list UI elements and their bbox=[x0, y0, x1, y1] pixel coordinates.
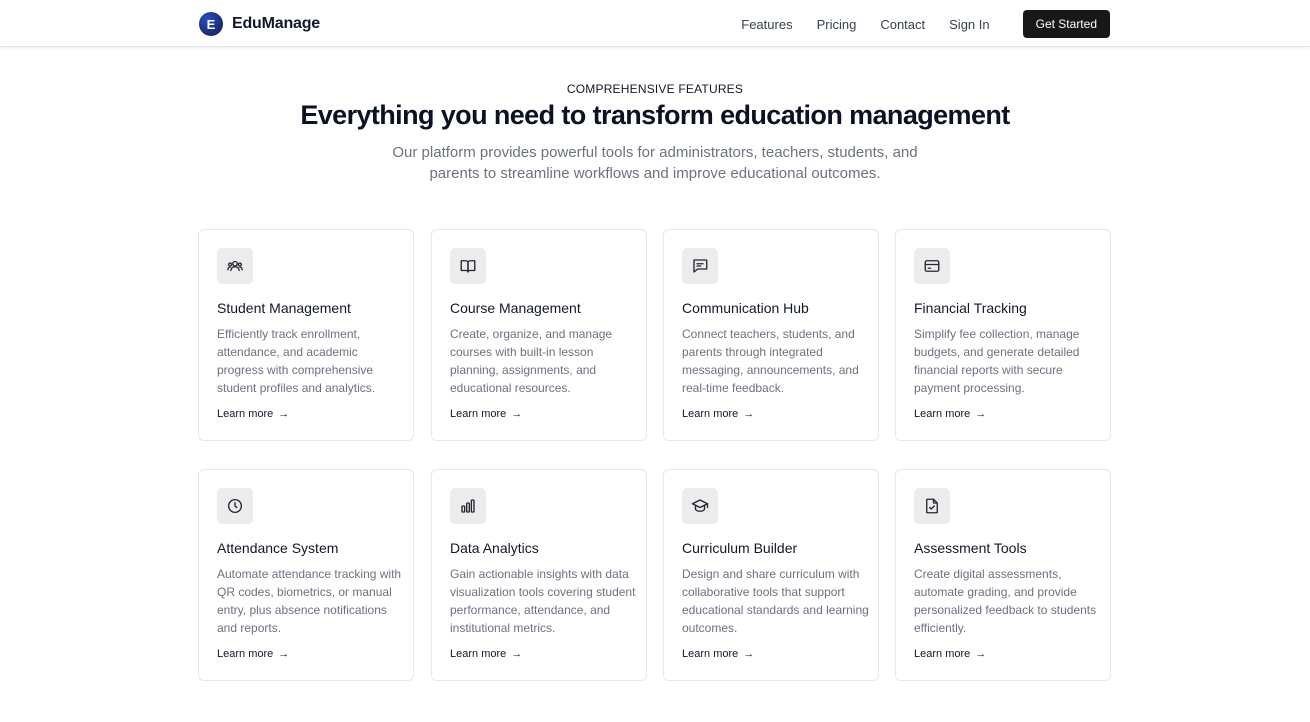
arrow-right-icon: → bbox=[743, 648, 755, 660]
learn-more-label: Learn more bbox=[217, 648, 274, 660]
feature-card-communication-hub: Communication Hub Connect teachers, stud… bbox=[663, 229, 879, 441]
arrow-right-icon: → bbox=[511, 648, 523, 660]
page-title: Everything you need to transform educati… bbox=[300, 100, 1010, 130]
nav-link-features[interactable]: Features bbox=[741, 17, 792, 32]
users-icon bbox=[217, 248, 253, 284]
learn-more-label: Learn more bbox=[682, 408, 739, 420]
brand-logo-link[interactable]: E EduManage bbox=[199, 12, 320, 36]
credit-card-icon bbox=[914, 248, 950, 284]
learn-more-link[interactable]: Learn more → bbox=[682, 408, 754, 420]
learn-more-label: Learn more bbox=[450, 648, 507, 660]
feature-description: Connect teachers, students, and parents … bbox=[682, 327, 859, 395]
arrow-right-icon: → bbox=[278, 648, 290, 660]
message-square-icon bbox=[682, 248, 718, 284]
feature-title: Attendance System bbox=[217, 540, 339, 556]
learn-more-link[interactable]: Learn more → bbox=[682, 648, 754, 660]
learn-more-label: Learn more bbox=[914, 648, 971, 660]
learn-more-link[interactable]: Learn more → bbox=[450, 408, 522, 420]
page-subtitle: Our platform provides powerful tools for… bbox=[392, 144, 918, 182]
bar-chart-icon bbox=[450, 488, 486, 524]
feature-card-assessment-tools: Assessment Tools Create digital assessme… bbox=[895, 469, 1111, 681]
arrow-right-icon: → bbox=[511, 408, 523, 420]
feature-description: Create digital assessments, automate gra… bbox=[914, 567, 1097, 635]
clock-icon bbox=[217, 488, 253, 524]
section-eyebrow: COMPREHENSIVE FEATURES bbox=[566, 82, 744, 96]
get-started-button[interactable]: Get Started bbox=[1022, 10, 1110, 38]
book-open-icon bbox=[450, 248, 486, 284]
feature-title: Assessment Tools bbox=[914, 540, 1027, 556]
learn-more-label: Learn more bbox=[217, 408, 274, 420]
feature-title: Data Analytics bbox=[450, 540, 539, 556]
feature-title: Student Management bbox=[217, 300, 351, 316]
feature-description: Design and share curriculum with collabo… bbox=[682, 567, 869, 635]
arrow-right-icon: → bbox=[975, 648, 987, 660]
main-nav: Features Pricing Contact Sign In Get Sta… bbox=[741, 10, 1110, 38]
learn-more-link[interactable]: Learn more → bbox=[217, 408, 289, 420]
feature-card-course-management: Course Management Create, organize, and … bbox=[431, 229, 647, 441]
feature-card-curriculum-builder: Curriculum Builder Design and share curr… bbox=[663, 469, 879, 681]
feature-title: Course Management bbox=[450, 300, 581, 316]
graduation-cap-icon bbox=[682, 488, 718, 524]
feature-description: Create, organize, and manage courses wit… bbox=[450, 327, 613, 395]
nav-link-contact[interactable]: Contact bbox=[880, 17, 925, 32]
learn-more-label: Learn more bbox=[914, 408, 971, 420]
feature-description: Automate attendance tracking with QR cod… bbox=[217, 567, 402, 635]
brand-logo-icon: E bbox=[199, 12, 223, 36]
feature-description: Gain actionable insights with data visua… bbox=[450, 567, 636, 635]
feature-card-data-analytics: Data Analytics Gain actionable insights … bbox=[431, 469, 647, 681]
feature-card-attendance-system: Attendance System Automate attendance tr… bbox=[198, 469, 414, 681]
feature-description: Simplify fee collection, manage budgets,… bbox=[914, 327, 1080, 395]
learn-more-link[interactable]: Learn more → bbox=[914, 648, 986, 660]
arrow-right-icon: → bbox=[743, 408, 755, 420]
learn-more-link[interactable]: Learn more → bbox=[914, 408, 986, 420]
feature-title: Financial Tracking bbox=[914, 300, 1027, 316]
top-navigation-bar: E EduManage Features Pricing Contact Sig… bbox=[0, 0, 1310, 47]
learn-more-label: Learn more bbox=[682, 648, 739, 660]
brand-name: EduManage bbox=[232, 15, 320, 32]
arrow-right-icon: → bbox=[278, 408, 290, 420]
feature-description: Efficiently track enrollment, attendance… bbox=[217, 327, 376, 395]
nav-link-pricing[interactable]: Pricing bbox=[817, 17, 857, 32]
learn-more-link[interactable]: Learn more → bbox=[217, 648, 289, 660]
learn-more-link[interactable]: Learn more → bbox=[450, 648, 522, 660]
file-check-icon bbox=[914, 488, 950, 524]
arrow-right-icon: → bbox=[975, 408, 987, 420]
feature-title: Communication Hub bbox=[682, 300, 809, 316]
feature-card-student-management: Student Management Efficiently track enr… bbox=[198, 229, 414, 441]
feature-card-financial-tracking: Financial Tracking Simplify fee collecti… bbox=[895, 229, 1111, 441]
learn-more-label: Learn more bbox=[450, 408, 507, 420]
nav-link-sign-in[interactable]: Sign In bbox=[949, 17, 989, 32]
feature-title: Curriculum Builder bbox=[682, 540, 798, 556]
